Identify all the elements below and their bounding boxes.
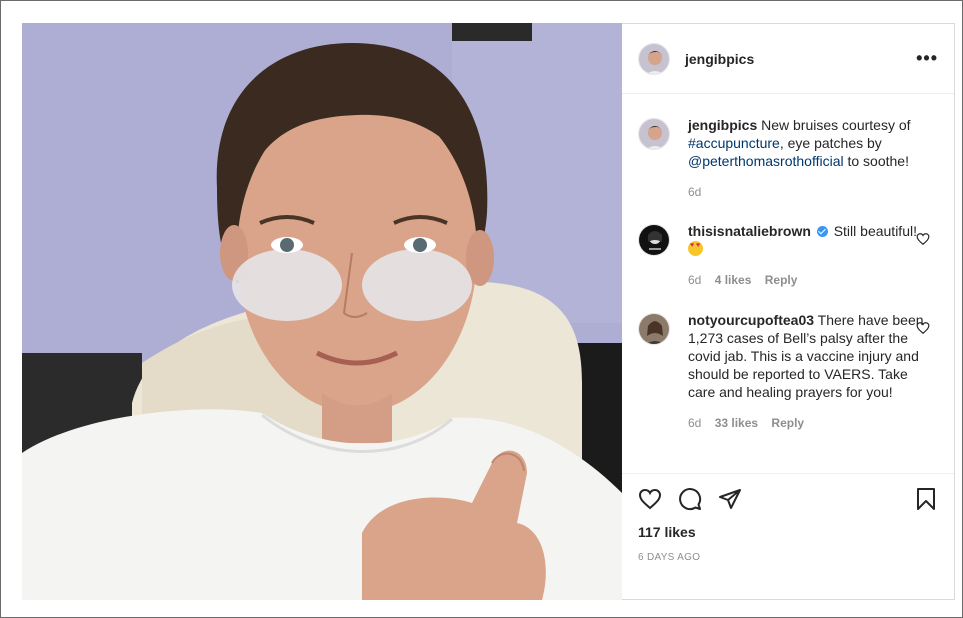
- caption-hashtag[interactable]: #accupuncture: [688, 135, 780, 151]
- comment-username[interactable]: thisisnataliebrown: [688, 223, 811, 239]
- comment-meta: 6d 4 likes Reply: [688, 271, 924, 289]
- comment-likes[interactable]: 4 likes: [715, 273, 752, 287]
- post-window: jengibpics ••• jengibpics New bruises co…: [0, 0, 963, 618]
- comment-body: notyourcupoftea03 There have been 1,273 …: [688, 311, 924, 432]
- comment-item: notyourcupoftea03 There have been 1,273 …: [638, 311, 938, 432]
- share-icon[interactable]: [718, 487, 742, 511]
- heart-icon[interactable]: [638, 487, 662, 511]
- comments-section: jengibpics New bruises courtesy of #accu…: [622, 116, 954, 496]
- post-header: jengibpics •••: [622, 24, 954, 94]
- post-photo[interactable]: [22, 23, 622, 600]
- comment-text-block: notyourcupoftea03 There have been 1,273 …: [688, 311, 924, 401]
- comment-meta: 6d 33 likes Reply: [688, 414, 924, 432]
- comment-reply-button[interactable]: Reply: [771, 416, 804, 430]
- action-bar: [638, 474, 938, 524]
- caption-text-middle: , eye patches by: [779, 135, 882, 151]
- comment-text-cont: beautiful!: [860, 223, 917, 239]
- comment-reply-button[interactable]: Reply: [765, 273, 798, 287]
- selfie-image: [22, 23, 622, 600]
- comment-time[interactable]: 6d: [688, 273, 701, 287]
- caption-body: jengibpics New bruises courtesy of #accu…: [688, 116, 924, 201]
- comment-text-block: thisisnataliebrown Still beautiful!: [688, 222, 924, 258]
- comment-item: thisisnataliebrown Still beautiful! 6d 4…: [638, 222, 938, 289]
- caption-meta: 6d: [688, 183, 924, 201]
- more-icon[interactable]: •••: [916, 48, 938, 69]
- comment-username[interactable]: notyourcupoftea03: [688, 312, 814, 328]
- comment-time[interactable]: 6d: [688, 416, 701, 430]
- verified-badge-icon: [816, 226, 828, 237]
- heart-eyes-emoji-icon: [688, 241, 703, 256]
- like-comment-heart-icon[interactable]: [916, 321, 930, 335]
- author-username[interactable]: jengibpics: [685, 51, 916, 67]
- caption-time[interactable]: 6d: [688, 185, 701, 199]
- caption-text-before: New bruises courtesy of: [761, 117, 911, 133]
- caption-text-after: to soothe!: [847, 153, 909, 169]
- comment-likes[interactable]: 33 likes: [715, 416, 758, 430]
- caption-avatar[interactable]: [638, 118, 670, 150]
- like-comment-heart-icon[interactable]: [916, 232, 930, 246]
- post-date[interactable]: 6 DAYS AGO: [638, 552, 938, 563]
- caption-username[interactable]: jengibpics: [688, 117, 757, 133]
- caption-mention[interactable]: @peterthomasrothofficial: [688, 153, 844, 169]
- post-actions-section: 117 likes 6 DAYS AGO: [622, 473, 954, 563]
- bookmark-icon[interactable]: [914, 487, 938, 511]
- post-side-panel: jengibpics ••• jengibpics New bruises co…: [622, 23, 955, 600]
- caption-text: jengibpics New bruises courtesy of #accu…: [688, 116, 924, 170]
- comment-body: thisisnataliebrown Still beautiful! 6d 4…: [688, 222, 924, 289]
- comment-icon[interactable]: [678, 487, 702, 511]
- comment-text: Still: [833, 223, 857, 239]
- commenter-avatar[interactable]: [638, 224, 670, 256]
- caption: jengibpics New bruises courtesy of #accu…: [638, 116, 938, 201]
- likes-count[interactable]: 117 likes: [638, 524, 938, 540]
- author-avatar[interactable]: [638, 42, 670, 75]
- commenter-avatar[interactable]: [638, 313, 670, 345]
